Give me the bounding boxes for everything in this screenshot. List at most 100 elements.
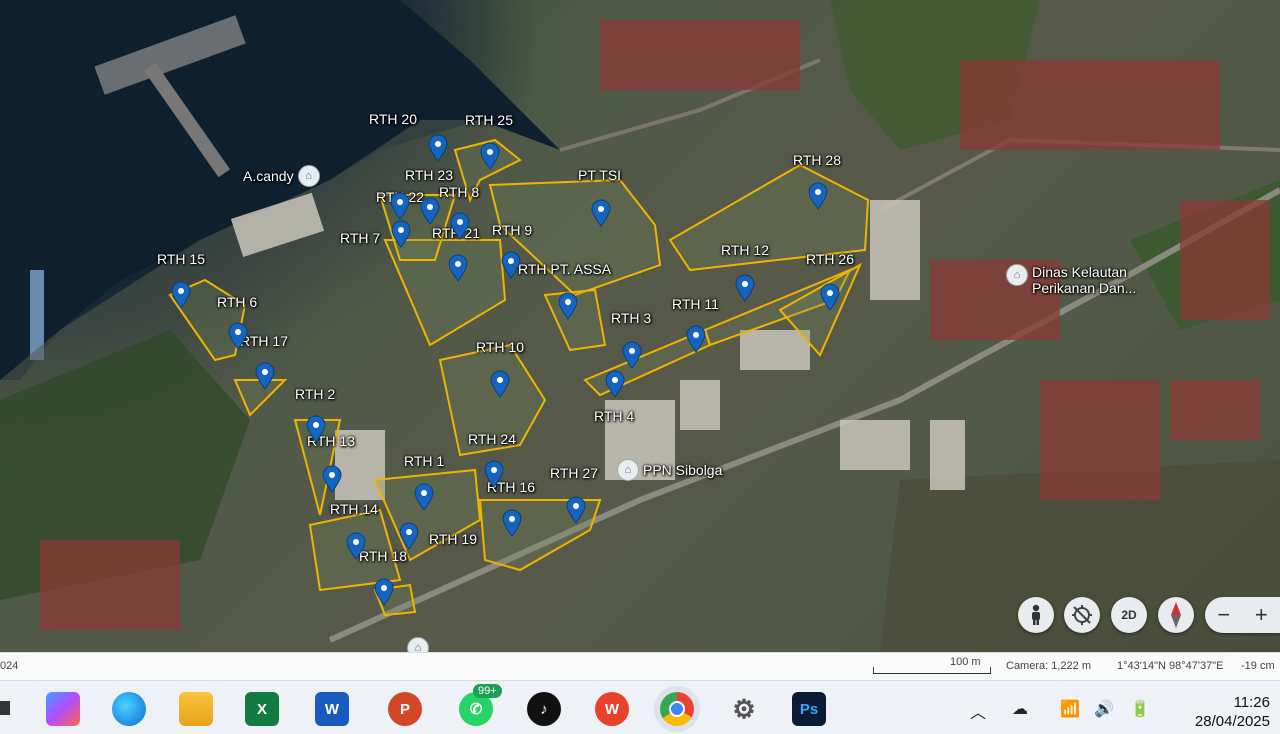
poi-unlabeled[interactable]: ⌂: [407, 637, 429, 652]
area-label-rth-12[interactable]: RTH 12: [721, 242, 769, 258]
file-explorer-icon[interactable]: [179, 692, 213, 726]
copilot-icon[interactable]: [46, 692, 80, 726]
government-icon: ⌂: [617, 459, 639, 481]
reset-view-button[interactable]: [1064, 597, 1100, 633]
street-view-pegman-button[interactable]: [1018, 597, 1054, 633]
placemark-pin-icon[interactable]: [345, 532, 367, 560]
whatsapp-badge: 99+: [473, 684, 502, 698]
view-mode-2d-button[interactable]: 2D: [1111, 597, 1147, 633]
zoom-control: − +: [1205, 597, 1280, 633]
volume-icon[interactable]: 🔊: [1094, 699, 1114, 719]
placemark-pin-icon[interactable]: [447, 254, 469, 282]
satellite-map[interactable]: RTH 20 RTH 25 RTH 23 RTH 22 RTH 8 RTH 9 …: [0, 0, 1280, 652]
area-label-rth-23[interactable]: RTH 23: [405, 167, 453, 183]
tiktok-icon[interactable]: ♪: [527, 692, 561, 726]
compass-icon: [1171, 602, 1181, 628]
area-label-rth-14[interactable]: RTH 14: [330, 501, 378, 517]
placemark-pin-icon[interactable]: [427, 134, 449, 162]
placemark-pin-icon[interactable]: [305, 415, 327, 443]
battery-icon[interactable]: 🔋: [1130, 699, 1150, 719]
government-icon: ⌂: [1006, 264, 1028, 286]
area-label-rth-28[interactable]: RTH 28: [793, 152, 841, 168]
area-label-rth-6[interactable]: RTH 6: [217, 294, 257, 310]
settings-gear-icon[interactable]: ⚙: [727, 692, 761, 726]
placemark-pin-icon[interactable]: [413, 483, 435, 511]
placemark-pin-icon[interactable]: [489, 370, 511, 398]
excel-icon[interactable]: X: [245, 692, 279, 726]
area-label-rth-20[interactable]: RTH 20: [369, 111, 417, 127]
area-label-rth-11[interactable]: RTH 11: [672, 296, 719, 312]
area-label-rth-3[interactable]: RTH 3: [611, 310, 651, 326]
poi-dinas-kelautan[interactable]: ⌂ Dinas Kelautan Perikanan Dan...: [1006, 264, 1172, 296]
placemark-pin-icon[interactable]: [590, 199, 612, 227]
area-label-pt-tsi[interactable]: PT TSI: [578, 167, 621, 183]
chrome-icon[interactable]: [660, 692, 694, 726]
clock-time: 11:26: [1233, 694, 1270, 711]
placemark-pin-icon[interactable]: [389, 192, 411, 220]
placemark-pin-icon[interactable]: [807, 182, 829, 210]
placemark-pin-icon[interactable]: [621, 341, 643, 369]
camera-altitude: Camera: 1,222 m: [1006, 660, 1091, 672]
area-label-rth-8[interactable]: RTH 8: [439, 184, 479, 200]
wps-office-icon[interactable]: W: [595, 692, 629, 726]
elevation: -19 cm: [1241, 660, 1275, 672]
museum-icon: ⌂: [297, 165, 320, 187]
area-label-rth-19[interactable]: RTH 19: [429, 531, 477, 547]
area-label-rth-7[interactable]: RTH 7: [340, 230, 380, 246]
placemark-pin-icon[interactable]: [557, 292, 579, 320]
word-icon[interactable]: W: [315, 692, 349, 726]
edge-icon[interactable]: [112, 692, 146, 726]
poi-label: A.candy: [243, 168, 294, 184]
placemark-pin-icon[interactable]: [734, 274, 756, 302]
area-label-rth-27[interactable]: RTH 27: [550, 465, 598, 481]
show-hidden-icons-chevron-icon[interactable]: ︿: [970, 699, 986, 723]
poi-label: PPN Sibolga: [643, 462, 723, 478]
area-label-rth-15[interactable]: RTH 15: [157, 251, 205, 267]
zoom-out-button[interactable]: −: [1217, 602, 1230, 628]
clock[interactable]: 11:26 28/04/2025: [1195, 693, 1270, 731]
area-label-rth-26[interactable]: RTH 26: [806, 251, 854, 267]
placemark-pin-icon[interactable]: [483, 460, 505, 488]
placemark-pin-icon[interactable]: [398, 522, 420, 550]
placemark-pin-icon[interactable]: [390, 220, 412, 248]
placemark-pin-icon[interactable]: [254, 362, 276, 390]
placemark-pin-icon[interactable]: [819, 283, 841, 311]
area-label-rth-24[interactable]: RTH 24: [468, 431, 516, 447]
area-label-rth-25[interactable]: RTH 25: [465, 112, 513, 128]
powerpoint-icon[interactable]: P: [388, 692, 422, 726]
poi-label: Dinas Kelautan Perikanan Dan...: [1032, 264, 1137, 296]
placemark-pin-icon[interactable]: [373, 578, 395, 606]
area-label-rth-1[interactable]: RTH 1: [404, 453, 444, 469]
placemark-pin-icon[interactable]: [685, 325, 707, 353]
placemark-pin-icon[interactable]: [321, 465, 343, 493]
scale-bar: [873, 667, 991, 674]
pegman-icon: [1032, 604, 1040, 625]
partial-app-icon[interactable]: [0, 701, 10, 715]
compass-off-icon: [1072, 605, 1092, 625]
area-label-rth-9[interactable]: RTH 9: [492, 222, 532, 238]
placemark-pin-icon[interactable]: [500, 251, 522, 279]
placemark-pin-icon[interactable]: [479, 142, 501, 170]
placemark-pin-icon[interactable]: [170, 281, 192, 309]
area-label-rth-4[interactable]: RTH 4: [594, 408, 634, 424]
photoshop-icon[interactable]: Ps: [792, 692, 826, 726]
windows-taskbar: X W P ✆ 99+ ♪ W ⚙ Ps ︿ ☁ 📶 🔊 🔋 11:26 28/…: [0, 680, 1280, 734]
zoom-in-button[interactable]: +: [1255, 602, 1268, 628]
cursor-coordinates: 1°43'14"N 98°47'37"E: [1117, 660, 1224, 672]
placemark-pin-icon[interactable]: [565, 496, 587, 524]
area-label-rth-2[interactable]: RTH 2: [295, 386, 335, 402]
placemark-pin-icon[interactable]: [227, 322, 249, 350]
onedrive-cloud-icon[interactable]: ☁: [1012, 699, 1028, 719]
placemark-pin-icon[interactable]: [449, 212, 471, 240]
compass-button[interactable]: [1158, 597, 1194, 633]
poi-ppn-sibolga[interactable]: ⌂ PPN Sibolga: [617, 459, 722, 481]
area-label-rth-pt-assa[interactable]: RTH PT. ASSA: [518, 261, 611, 277]
placemark-pin-icon[interactable]: [501, 509, 523, 537]
placemark-pin-icon[interactable]: [419, 197, 441, 225]
area-label-rth-10[interactable]: RTH 10: [476, 339, 524, 355]
attribution-text: 024: [0, 660, 19, 672]
placemark-pin-icon[interactable]: [604, 370, 626, 398]
poi-a-candy[interactable]: A.candy ⌂: [243, 165, 320, 187]
clock-date: 28/04/2025: [1194, 713, 1270, 730]
wifi-icon[interactable]: 📶: [1060, 699, 1080, 719]
